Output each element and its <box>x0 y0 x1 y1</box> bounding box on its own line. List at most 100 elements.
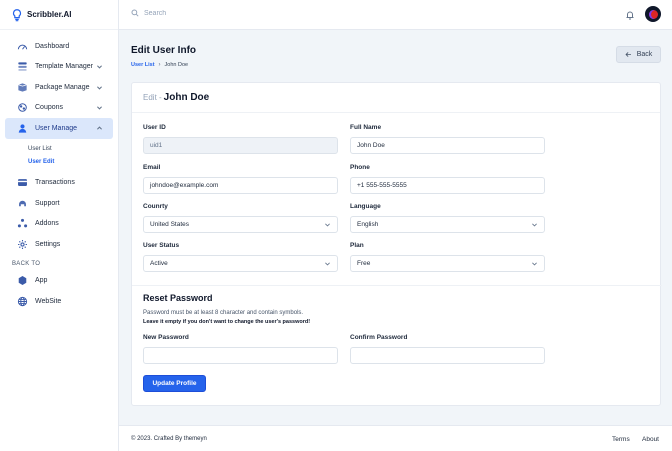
back-to-label: BACK TO <box>12 260 41 267</box>
chevron-down-icon <box>96 104 103 111</box>
sidebar-item-coupons[interactable]: Coupons <box>5 98 113 119</box>
reset-password-note: Password must be at least 8 character an… <box>143 310 304 316</box>
back-button[interactable]: Back <box>616 46 661 63</box>
back-button-label: Back <box>636 51 653 58</box>
sidebar-item-dashboard[interactable]: Dashboard <box>5 36 113 57</box>
update-profile-button[interactable]: Update Profile <box>143 375 206 392</box>
language-select[interactable]: English <box>350 216 545 233</box>
app-icon <box>17 275 28 286</box>
chevron-down-icon <box>96 63 103 70</box>
chevron-up-icon <box>96 125 103 132</box>
transactions-icon <box>17 177 28 188</box>
coupon-icon <box>17 102 28 113</box>
bell-icon[interactable] <box>625 10 635 20</box>
globe-icon <box>17 296 28 307</box>
sidebar-item-label: Template Manager <box>35 63 93 71</box>
chevron-down-icon <box>324 260 331 267</box>
footer: © 2023. Crafted By themeyn Terms About <box>119 425 672 451</box>
country-value: United States <box>150 221 190 228</box>
user-icon <box>17 123 28 134</box>
reset-password-hint: Leave it empty if you don't want to chan… <box>143 319 311 325</box>
terms-link[interactable]: Terms <box>612 436 630 443</box>
sidebar-item-support[interactable]: Support <box>5 193 113 214</box>
edit-user-name: John Doe <box>163 92 210 103</box>
support-icon <box>17 198 28 209</box>
search-input[interactable] <box>144 9 344 17</box>
new-password-field[interactable] <box>143 347 338 364</box>
user-submenu: User List User Edit <box>0 139 118 173</box>
sidebar-item-user-manage[interactable]: User Manage <box>5 118 113 139</box>
user-id-group: User ID uid1 <box>143 124 338 154</box>
topbar <box>119 0 672 30</box>
sidebar-item-template-manager[interactable]: Template Manager <box>5 57 113 78</box>
breadcrumb-link-user-list[interactable]: User List <box>131 62 155 68</box>
sidebar: Scribbler.AI Dashboard Template Manager … <box>0 0 119 451</box>
confirm-password-label: Confirm Password <box>350 334 408 341</box>
search-box <box>131 9 344 17</box>
package-icon <box>17 82 28 93</box>
language-value: English <box>357 221 379 228</box>
phone-field[interactable]: +1 555-555-5555 <box>350 177 545 194</box>
reset-password-title: Reset Password <box>143 293 213 303</box>
new-password-group: New Password <box>143 334 338 364</box>
email-field[interactable]: johndoe@example.com <box>143 177 338 194</box>
page-header: Edit User Info User List › John Doe <box>131 45 196 68</box>
plan-label: Plan <box>350 242 364 249</box>
status-group: User Status Active <box>143 242 338 272</box>
logo[interactable]: Scribbler.AI <box>0 0 118 30</box>
full-name-field[interactable]: John Doe <box>350 137 545 154</box>
chevron-down-icon <box>96 84 103 91</box>
phone-label: Phone <box>350 164 370 171</box>
sidebar-item-label: User Manage <box>35 124 78 132</box>
country-label: Counrty <box>143 203 168 210</box>
copyright: © 2023. Crafted By themeyn <box>131 436 207 442</box>
avatar-image <box>648 9 658 19</box>
status-select[interactable]: Active <box>143 255 338 272</box>
sidebar-item-label: App <box>35 277 48 285</box>
breadcrumb-separator-icon: › <box>158 62 161 68</box>
sidebar-item-package-manage[interactable]: Package Manage <box>5 77 113 98</box>
sidebar-item-settings[interactable]: Settings <box>5 234 113 255</box>
sidebar-item-transactions[interactable]: Transactions <box>5 173 113 194</box>
plan-value: Free <box>357 260 371 267</box>
submenu-item-user-list[interactable]: User List <box>28 143 118 156</box>
sidebar-item-website[interactable]: WebSite <box>5 291 113 312</box>
user-id-label: User ID <box>143 124 166 131</box>
user-id-value: uid1 <box>150 142 163 149</box>
breadcrumb-current: John Doe <box>164 62 189 68</box>
addons-icon <box>17 218 28 229</box>
email-group: Email johndoe@example.com <box>143 164 338 194</box>
user-id-field: uid1 <box>143 137 338 154</box>
chevron-down-icon <box>531 260 538 267</box>
full-name-value: John Doe <box>357 142 385 149</box>
full-name-group: Full Name John Doe <box>350 124 545 154</box>
edit-user-card: Edit - John Doe User ID uid1 Full Name J… <box>131 82 662 406</box>
breadcrumb: User List › John Doe <box>131 62 196 68</box>
sidebar-item-label: Transactions <box>35 179 75 187</box>
status-value: Active <box>150 260 168 267</box>
sidebar-item-app[interactable]: App <box>5 271 113 292</box>
country-select[interactable]: United States <box>143 216 338 233</box>
sidebar-item-label: Addons <box>35 220 59 228</box>
plan-select[interactable]: Free <box>350 255 545 272</box>
submenu-item-user-edit[interactable]: User Edit <box>28 156 118 169</box>
chevron-down-icon <box>324 221 331 228</box>
language-label: Language <box>350 203 381 210</box>
sidebar-item-label: Settings <box>35 240 61 248</box>
confirm-password-field[interactable] <box>350 347 545 364</box>
gear-icon <box>17 239 28 250</box>
app-name: Scribbler.AI <box>27 10 72 19</box>
email-value: johndoe@example.com <box>150 182 219 189</box>
card-header: Edit - John Doe <box>132 83 660 113</box>
page-title: Edit User Info <box>131 45 197 56</box>
about-link[interactable]: About <box>642 436 659 443</box>
new-password-label: New Password <box>143 334 189 341</box>
sidebar-item-label: Support <box>35 199 60 207</box>
confirm-password-group: Confirm Password <box>350 334 545 364</box>
status-label: User Status <box>143 242 180 249</box>
email-label: Email <box>143 164 161 171</box>
sidebar-item-addons[interactable]: Addons <box>5 214 113 235</box>
avatar[interactable] <box>645 6 661 22</box>
dashboard-icon <box>17 41 28 52</box>
plan-group: Plan Free <box>350 242 545 272</box>
